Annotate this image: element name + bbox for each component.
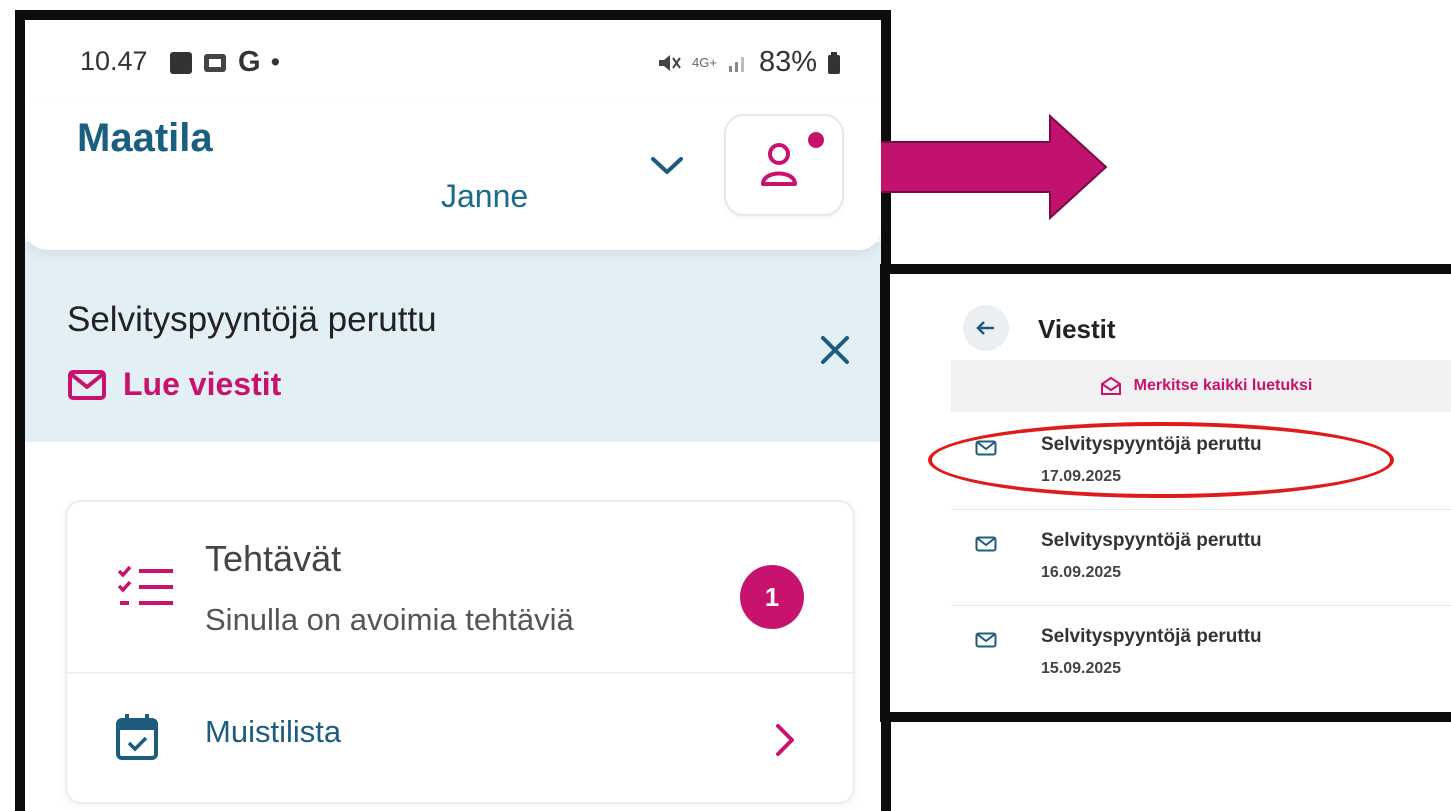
- profile-button[interactable]: [724, 114, 844, 216]
- read-messages-link[interactable]: Lue viestit: [67, 366, 281, 403]
- message-title: Selvityspyyntöjä peruttu: [1041, 434, 1262, 455]
- status-dot: •: [270, 47, 281, 77]
- mail-icon: [975, 632, 997, 648]
- tasks-subtitle: Sinulla on avoimia tehtäviä: [205, 602, 574, 637]
- mail-icon: [975, 536, 997, 552]
- status-time: 10.47: [80, 46, 148, 76]
- message-date: 17.09.2025: [1041, 468, 1122, 485]
- card-divider: [67, 672, 853, 674]
- sim-icon: [204, 53, 226, 72]
- message-item[interactable]: Selvityspyyntöjä peruttu 17.09.2025: [951, 412, 1451, 505]
- memo-title: Muistilista: [205, 714, 342, 749]
- status-icons-left: G •: [170, 46, 280, 79]
- message-item[interactable]: Selvityspyyntöjä peruttu 16.09.2025: [951, 508, 1451, 601]
- phone-screen: 10.47 G • 4G+ 83% Maatila Janne Selvitys…: [15, 10, 891, 811]
- message-title: Selvityspyyntöjä peruttu: [1041, 626, 1262, 647]
- mail-open-icon: [1100, 376, 1121, 395]
- message-date: 15.09.2025: [1041, 660, 1122, 677]
- tasks-title: Tehtävät: [205, 538, 342, 579]
- person-icon: [761, 143, 797, 186]
- arrow-right-icon: [850, 113, 1108, 221]
- mail-icon: [975, 440, 997, 456]
- chevron-down-icon[interactable]: [645, 145, 689, 185]
- battery-icon: [828, 51, 840, 74]
- mute-icon: [659, 54, 681, 71]
- status-icons-right: 4G+ 83%: [656, 46, 841, 79]
- chevron-right-icon: [776, 724, 794, 756]
- message-item[interactable]: Selvityspyyntöjä peruttu 15.09.2025: [951, 604, 1451, 697]
- messages-panel: Viestit Merkitse kaikki luetuksi Selvity…: [880, 264, 1451, 722]
- app-header: Maatila Janne: [25, 100, 881, 250]
- tasks-count-badge: 1: [740, 565, 804, 629]
- status-bar: 10.47 G • 4G+ 83%: [25, 20, 881, 100]
- app-title: Maatila: [77, 116, 213, 160]
- battery-level: 83%: [758, 46, 817, 78]
- carrier-letter: G: [238, 46, 261, 78]
- checkbox-icon: [170, 51, 192, 74]
- mark-all-read-label: Merkitse kaikki luetuksi: [1133, 377, 1313, 394]
- back-button[interactable]: [963, 305, 1009, 351]
- mark-all-read-button[interactable]: Merkitse kaikki luetuksi: [951, 360, 1451, 412]
- user-name[interactable]: Janne: [441, 178, 528, 215]
- dashboard-card: Tehtävät Sinulla on avoimia tehtäviä 1 M…: [65, 500, 855, 804]
- signal-icon: [728, 56, 744, 72]
- close-icon[interactable]: [815, 330, 855, 370]
- messages-title: Viestit: [1038, 314, 1116, 344]
- notification-banner: Selvityspyyntöjä peruttu Lue viestit: [25, 242, 881, 442]
- read-messages-label: Lue viestit: [123, 366, 282, 402]
- arrow-left-icon: [976, 321, 994, 335]
- network-type: 4G+: [692, 55, 717, 70]
- notification-dot: [808, 132, 824, 148]
- task-list-icon: [117, 565, 173, 605]
- message-title: Selvityspyyntöjä peruttu: [1041, 530, 1262, 551]
- message-date: 16.09.2025: [1041, 564, 1122, 581]
- banner-title: Selvityspyyntöjä peruttu: [67, 300, 437, 339]
- calendar-icon: [116, 714, 158, 760]
- mail-icon: [68, 369, 106, 400]
